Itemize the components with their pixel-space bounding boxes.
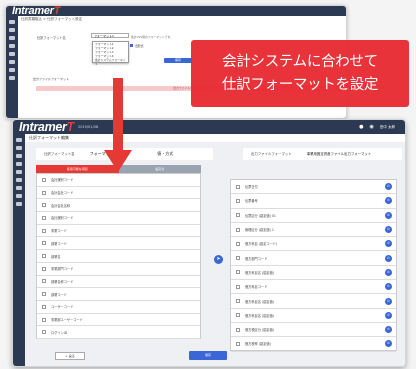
arrow-head: [104, 150, 132, 172]
callout-arrow: [104, 78, 132, 172]
